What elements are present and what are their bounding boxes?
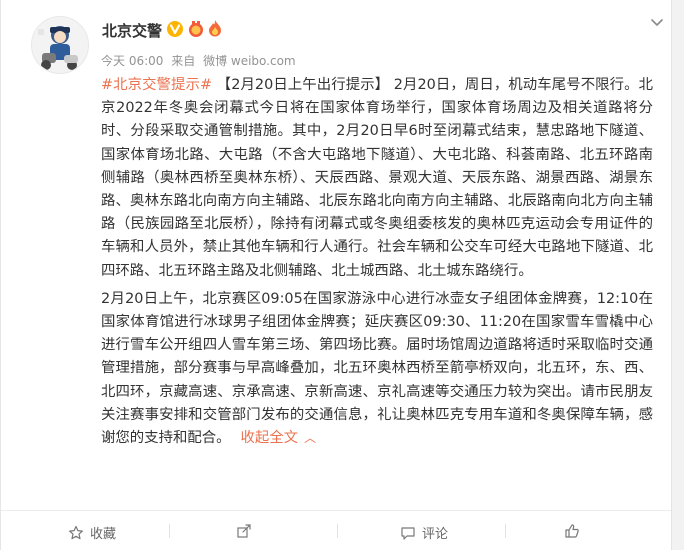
flame-badge-icon[interactable] <box>207 19 223 37</box>
comment-label: 评论 <box>422 527 449 542</box>
footer-divider <box>337 524 338 538</box>
post-action-bar: 收藏 评论 <box>1 510 673 551</box>
post-source[interactable]: 微博 weibo.com <box>203 54 296 68</box>
footer-divider <box>169 524 170 538</box>
star-icon <box>69 525 83 539</box>
weibo-post-card: 北京交警 今天 06:00 来自 微博 weibo.com #北京交警提示# 【… <box>0 0 684 551</box>
scrollbar[interactable] <box>671 0 684 550</box>
share-button[interactable] <box>236 523 258 539</box>
verified-v-icon[interactable] <box>167 21 183 37</box>
paragraph-1-text: 【2月20日上午出行提示】 2月20日，周日，机动车尾号不限行。北京2022年冬… <box>101 77 653 279</box>
chevron-up-icon[interactable]: ︿ <box>304 431 316 445</box>
thumbs-up-icon <box>565 524 579 538</box>
medal-badge-icon[interactable] <box>187 20 205 38</box>
paragraph-2-text: 2月20日上午，北京赛区09:05在国家游泳中心进行冰壶女子组团体金牌赛，12:… <box>101 290 653 447</box>
police-mascot-avatar-image <box>32 17 88 73</box>
like-button[interactable] <box>564 523 586 539</box>
footer-divider <box>505 524 506 538</box>
hashtag-link[interactable]: #北京交警提示# <box>101 77 212 93</box>
post-meta: 今天 06:00 来自 微博 weibo.com <box>101 52 300 69</box>
comment-icon <box>401 526 415 540</box>
avatar[interactable] <box>31 16 89 74</box>
collect-label: 收藏 <box>90 527 117 542</box>
comment-button[interactable]: 评论 <box>400 523 448 542</box>
chevron-down-icon[interactable] <box>649 14 665 30</box>
post-paragraph-2: 2月20日上午，北京赛区09:05在国家游泳中心进行冰壶女子组团体金牌赛，12:… <box>101 288 653 450</box>
author-name[interactable]: 北京交警 <box>102 20 162 41</box>
post-time[interactable]: 今天 06:00 <box>101 54 163 68</box>
post-body: #北京交警提示# 【2月20日上午出行提示】 2月20日，周日，机动车尾号不限行… <box>101 74 653 455</box>
collect-button[interactable]: 收藏 <box>68 523 116 542</box>
from-label: 来自 <box>171 54 196 68</box>
collapse-button[interactable]: 收起全文 <box>241 430 299 446</box>
post-paragraph-1: #北京交警提示# 【2月20日上午出行提示】 2月20日，周日，机动车尾号不限行… <box>101 74 653 283</box>
share-icon <box>237 524 251 538</box>
